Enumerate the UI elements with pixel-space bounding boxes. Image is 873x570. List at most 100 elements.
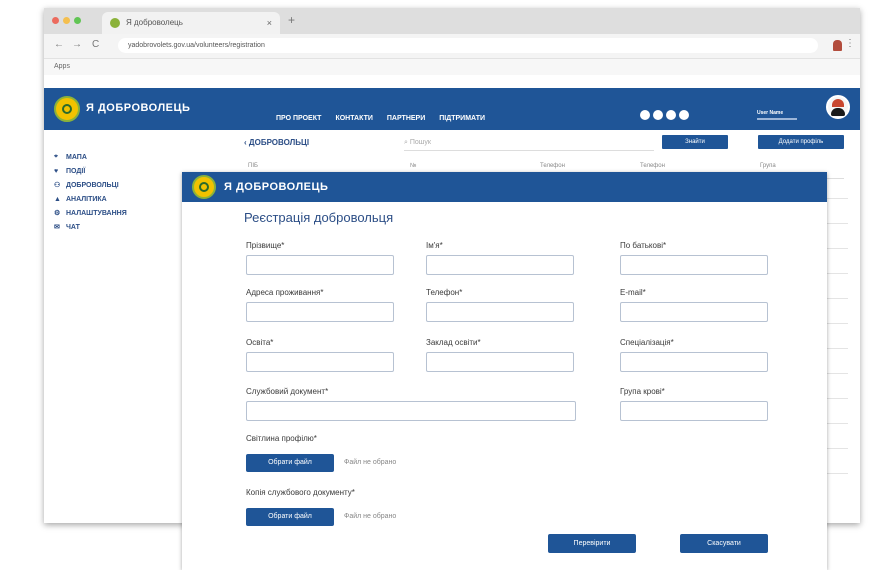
bookmarks-bar: Apps (44, 59, 860, 75)
registration-modal: Я ДОБРОВОЛЕЦЬ Реєстрація добровольця Прі… (182, 172, 827, 570)
patronymic-field[interactable] (620, 255, 768, 275)
blood-group-field[interactable] (620, 401, 768, 421)
browser-profile-icon[interactable] (833, 40, 842, 51)
service-doc-field[interactable] (246, 401, 576, 421)
modal-brand-name: Я ДОБРОВОЛЕЦЬ (224, 181, 329, 193)
email-field[interactable] (620, 302, 768, 322)
table-row (824, 398, 848, 399)
table-row (824, 273, 848, 274)
settings-icon: ⚙ (54, 210, 61, 217)
breadcrumb-label: ДОБРОВОЛЬЦІ (248, 138, 310, 147)
twitter-icon[interactable] (666, 110, 676, 120)
sidebar-item-map[interactable]: ⌖ МАПА (54, 150, 204, 164)
menu-item-contacts[interactable]: КОНТАКТИ (335, 115, 372, 122)
surname-label: Прізвище* (246, 241, 285, 250)
user-role-line (757, 118, 797, 120)
browser-tab[interactable]: Я доброволець × (102, 12, 280, 34)
brand-name: Я ДОБРОВОЛЕЦЬ (86, 102, 191, 114)
menu-item-support[interactable]: ПІДТРИМАТИ (439, 115, 485, 122)
logo-icon[interactable] (54, 96, 80, 122)
table-row (824, 223, 848, 224)
search-input[interactable]: ⌕ Пошук (404, 136, 654, 151)
column-header: ПІБ (248, 163, 258, 169)
user-name: User Name (757, 110, 784, 116)
table-row (824, 348, 848, 349)
facebook-icon[interactable] (640, 110, 650, 120)
menu-item-about[interactable]: ПРО ПРОЕКТ (276, 115, 321, 122)
sidebar-item-label: НАЛАШТУВАННЯ (66, 209, 127, 217)
name-field[interactable] (426, 255, 574, 275)
events-icon: ♥ (54, 167, 59, 175)
table-row (824, 473, 848, 474)
add-profile-button[interactable]: Додати профіль (758, 135, 844, 149)
column-header: Телефон (640, 163, 665, 169)
back-icon[interactable]: ← (54, 39, 64, 50)
search-icon: ⌕ (404, 139, 408, 146)
browser-menu-icon[interactable]: ⋮ (845, 38, 855, 49)
email-label: E-mail* (620, 288, 646, 297)
avatar[interactable] (826, 95, 850, 119)
menu-item-partners[interactable]: ПАРТНЕРИ (387, 115, 425, 122)
new-tab-icon[interactable]: + (288, 13, 295, 27)
photo-label: Світлина профілю* (246, 434, 317, 443)
browser-tab-bar: Я доброволець × + (44, 8, 860, 34)
service-doc-label: Службовий документ* (246, 387, 329, 396)
favicon-icon (110, 18, 120, 28)
minimize-window-button[interactable] (63, 17, 70, 24)
social-links (640, 110, 689, 120)
map-icon: ⌖ (54, 153, 58, 160)
youtube-icon[interactable] (679, 110, 689, 120)
table-row (824, 448, 848, 449)
find-button[interactable]: Знайти (662, 135, 728, 149)
table-row (824, 423, 848, 424)
apps-bookmark[interactable]: Apps (54, 63, 70, 70)
specialization-field[interactable] (620, 352, 768, 372)
sidebar-item-label: АНАЛІТИКА (66, 195, 107, 203)
sidebar-item-label: ЧАТ (66, 223, 80, 231)
tab-close-icon[interactable]: × (267, 12, 272, 34)
close-window-button[interactable] (52, 17, 59, 24)
check-button[interactable]: Перевірити (548, 534, 636, 553)
user-info[interactable]: User Name (757, 110, 817, 124)
table-row (824, 198, 848, 199)
choose-photo-button[interactable]: Обрати файл (246, 454, 334, 472)
breadcrumb[interactable]: ‹ ДОБРОВОЛЬЦІ (244, 138, 309, 147)
institution-field[interactable] (426, 352, 574, 372)
address-bar: ← → C yadobrovolets.gov.ua/volunteers/re… (44, 34, 860, 59)
sidebar-item-label: ДОБРОВОЛЬЦІ (66, 181, 119, 189)
address-field[interactable] (246, 302, 394, 322)
column-header: № (410, 163, 417, 169)
education-label: Освіта* (246, 338, 274, 347)
url-field[interactable]: yadobrovolets.gov.ua/volunteers/registra… (118, 38, 818, 53)
phone-field[interactable] (426, 302, 574, 322)
choose-doc-copy-button[interactable]: Обрати файл (246, 508, 334, 526)
table-row (824, 298, 848, 299)
forward-icon[interactable]: → (72, 39, 82, 50)
volunteers-icon: ⚇ (54, 182, 61, 189)
table-row (824, 373, 848, 374)
chat-icon: ✉ (54, 224, 60, 231)
window-controls (52, 17, 81, 24)
app-header: Я ДОБРОВОЛЕЦЬ ПРО ПРОЕКТ КОНТАКТИ ПАРТНЕ… (44, 88, 860, 130)
specialization-label: Спеціалізація* (620, 338, 674, 347)
maximize-window-button[interactable] (74, 17, 81, 24)
instagram-icon[interactable] (653, 110, 663, 120)
cancel-button[interactable]: Скасувати (680, 534, 768, 553)
back-arrow-icon: ‹ (244, 138, 247, 147)
doc-copy-file-status: Файл не обрано (344, 513, 397, 520)
doc-copy-label: Копія службового документу* (246, 488, 355, 497)
reload-icon[interactable]: C (92, 39, 99, 50)
phone-label: Телефон* (426, 288, 463, 297)
modal-title: Реєстрація добровольця (244, 210, 394, 225)
sidebar-item-label: ПОДІЇ (66, 167, 86, 175)
top-menu: ПРО ПРОЕКТ КОНТАКТИ ПАРТНЕРИ ПІДТРИМАТИ (276, 115, 485, 122)
table-row (824, 323, 848, 324)
search-placeholder: Пошук (409, 139, 431, 146)
blood-group-label: Група крові* (620, 387, 665, 396)
table-row (824, 248, 848, 249)
surname-field[interactable] (246, 255, 394, 275)
education-field[interactable] (246, 352, 394, 372)
patronymic-label: По батькові* (620, 241, 667, 250)
photo-file-status: Файл не обрано (344, 459, 397, 466)
column-header: Телефон (540, 163, 565, 169)
